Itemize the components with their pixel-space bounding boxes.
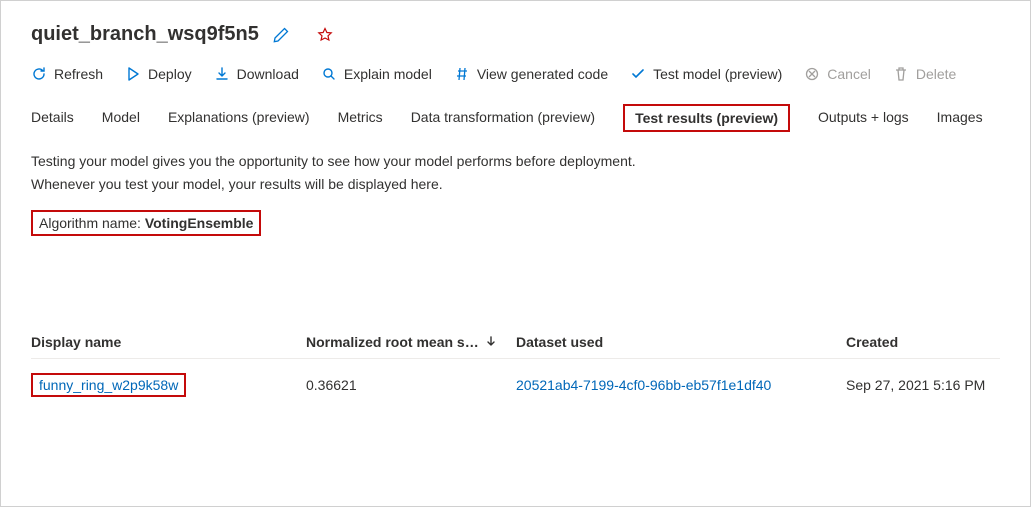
table-row: funny_ring_w2p9k58w 0.36621 20521ab4-719… [31,358,1000,411]
refresh-label: Refresh [54,66,103,82]
deploy-label: Deploy [148,66,192,82]
play-icon [125,66,141,82]
cancel-label: Cancel [827,66,871,82]
tab-images[interactable]: Images [937,109,983,127]
header-dataset[interactable]: Dataset used [516,334,846,350]
tab-explanations[interactable]: Explanations (preview) [168,109,310,127]
cancel-button: Cancel [804,66,871,82]
toolbar: Refresh Deploy Download Explain model Vi… [31,66,1000,82]
deploy-button[interactable]: Deploy [125,66,192,82]
title-row: quiet_branch_wsq9f5n5 [31,23,1000,46]
desc-line1: Testing your model gives you the opportu… [31,150,1000,173]
tab-model[interactable]: Model [102,109,140,127]
download-icon [214,66,230,82]
row-dataset-link[interactable]: 20521ab4-7199-4cf0-96bb-eb57f1e1df40 [516,377,771,393]
header-created[interactable]: Created [846,334,1000,350]
refresh-button[interactable]: Refresh [31,66,103,82]
row-created: Sep 27, 2021 5:16 PM [846,377,1000,393]
trash-icon [893,66,909,82]
page-container: quiet_branch_wsq9f5n5 Refresh Deploy Dow… [0,0,1031,507]
tab-details[interactable]: Details [31,109,74,127]
table-header: Display name Normalized root mean s… Dat… [31,326,1000,358]
algorithm-label: Algorithm name: [39,215,145,231]
algorithm-name-box: Algorithm name: VotingEnsemble [31,210,261,236]
header-metric-label: Normalized root mean s… [306,334,479,350]
description: Testing your model gives you the opportu… [31,150,1000,196]
viewcode-button[interactable]: View generated code [454,66,608,82]
header-metric[interactable]: Normalized root mean s… [306,334,516,350]
download-button[interactable]: Download [214,66,299,82]
hash-icon [454,66,470,82]
refresh-icon [31,66,47,82]
tabs: Details Model Explanations (preview) Met… [31,104,1000,132]
search-icon [321,66,337,82]
edit-icon[interactable] [273,27,289,43]
row-display-link[interactable]: funny_ring_w2p9k58w [31,373,186,397]
download-label: Download [237,66,299,82]
favorite-icon[interactable] [317,27,333,43]
row-metric: 0.36621 [306,377,516,393]
header-display[interactable]: Display name [31,334,306,350]
delete-label: Delete [916,66,956,82]
tab-metrics[interactable]: Metrics [338,109,383,127]
desc-line2: Whenever you test your model, your resul… [31,173,1000,196]
check-icon [630,66,646,82]
algorithm-value: VotingEnsemble [145,215,254,231]
cancel-icon [804,66,820,82]
tab-outputs[interactable]: Outputs + logs [818,109,909,127]
test-button[interactable]: Test model (preview) [630,66,782,82]
tab-testresults[interactable]: Test results (preview) [623,104,790,132]
delete-button: Delete [893,66,956,82]
page-title: quiet_branch_wsq9f5n5 [31,23,259,46]
viewcode-label: View generated code [477,66,608,82]
test-label: Test model (preview) [653,66,782,82]
explain-button[interactable]: Explain model [321,66,432,82]
sort-down-icon [485,334,497,350]
results-table: Display name Normalized root mean s… Dat… [31,326,1000,411]
explain-label: Explain model [344,66,432,82]
tab-datatrans[interactable]: Data transformation (preview) [411,109,595,127]
